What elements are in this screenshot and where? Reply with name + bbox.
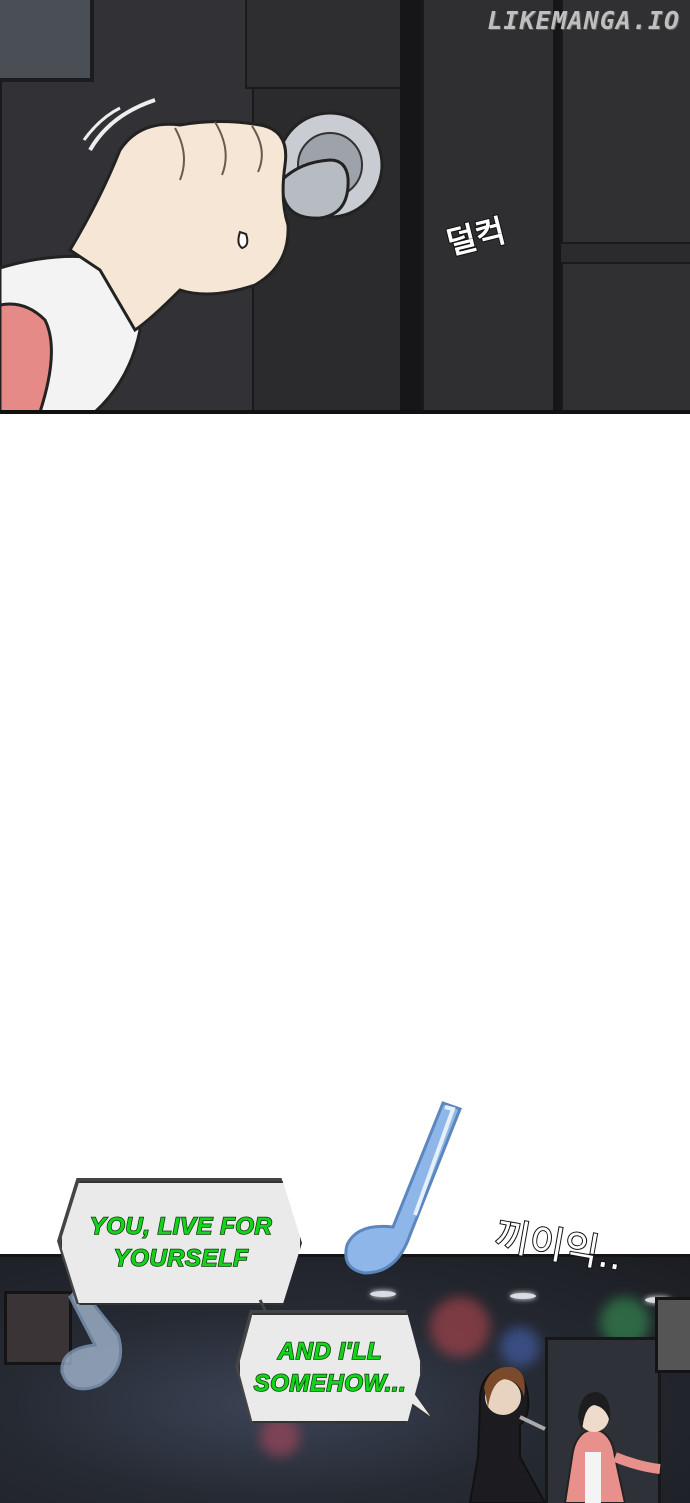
panel-divider bbox=[0, 410, 690, 414]
site-watermark: LIKEMANGA.IO bbox=[487, 6, 680, 35]
speech-bubble-first: YOU, LIVE FOR YOURSELF bbox=[60, 1181, 302, 1305]
door-panel: LIKEMANGA.IO 덜컥 bbox=[0, 0, 690, 412]
dialogue-text: AND I'LL SOMEHOW... bbox=[253, 1337, 407, 1398]
hand-on-doorknob-illustration bbox=[0, 98, 384, 412]
music-note-icon bbox=[344, 1101, 462, 1275]
dialogue-text: YOU, LIVE FOR YOURSELF bbox=[89, 1212, 273, 1273]
speech-bubble-second: AND I'LL SOMEHOW... bbox=[238, 1313, 422, 1423]
